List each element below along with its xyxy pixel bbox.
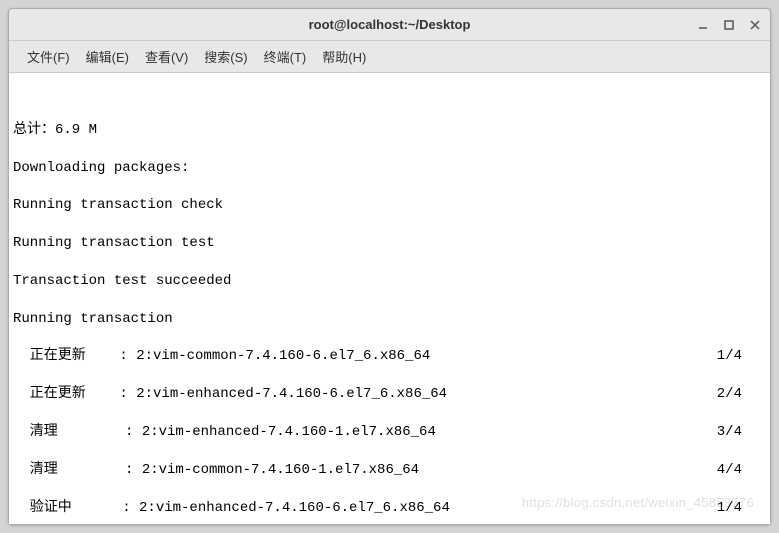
menubar: 文件(F) 编辑(E) 查看(V) 搜索(S) 终端(T) 帮助(H) (9, 41, 770, 73)
menu-edit[interactable]: 编辑(E) (80, 45, 135, 68)
menu-file[interactable]: 文件(F) (21, 45, 76, 68)
terminal-content[interactable]: 总计：6.9 M Downloading packages: Running t… (9, 73, 770, 524)
transaction-left: 正在更新 : 2:vim-enhanced-7.4.160-6.el7_6.x8… (13, 385, 447, 404)
transaction-right: 2/4 (717, 385, 742, 404)
titlebar[interactable]: root@localhost:~/Desktop (9, 9, 770, 41)
window-title: root@localhost:~/Desktop (309, 17, 471, 32)
transaction-row: 正在更新 : 2:vim-enhanced-7.4.160-6.el7_6.x8… (13, 385, 766, 404)
transaction-right: 3/4 (717, 423, 742, 442)
term-line: Running transaction check (13, 196, 766, 215)
menu-view[interactable]: 查看(V) (139, 45, 194, 68)
terminal-window: root@localhost:~/Desktop 文件(F) 编辑(E) 查看(… (8, 8, 771, 525)
transaction-left: 清理 : 2:vim-common-7.4.160-1.el7.x86_64 (13, 461, 419, 480)
menu-search[interactable]: 搜索(S) (198, 45, 253, 68)
maximize-icon[interactable] (722, 18, 736, 32)
transaction-row: 清理 : 2:vim-common-7.4.160-1.el7.x86_64 4/… (13, 461, 766, 480)
transaction-left: 正在更新 : 2:vim-common-7.4.160-6.el7_6.x86_… (13, 347, 430, 366)
transaction-left: 验证中 : 2:vim-enhanced-7.4.160-6.el7_6.x86… (13, 499, 450, 518)
transaction-left: 清理 : 2:vim-enhanced-7.4.160-1.el7.x86_64 (13, 423, 436, 442)
transaction-right: 4/4 (717, 461, 742, 480)
transaction-right: 1/4 (717, 347, 742, 366)
watermark: https://blog.csdn.net/weixin_45853776 (522, 494, 754, 512)
menu-terminal[interactable]: 终端(T) (258, 45, 313, 68)
transaction-row: 正在更新 : 2:vim-common-7.4.160-6.el7_6.x86_… (13, 347, 766, 366)
transaction-row: 清理 : 2:vim-enhanced-7.4.160-1.el7.x86_64… (13, 423, 766, 442)
close-icon[interactable] (748, 18, 762, 32)
term-line: Running transaction test (13, 234, 766, 253)
menu-help[interactable]: 帮助(H) (316, 45, 372, 68)
term-line: Downloading packages: (13, 159, 766, 178)
term-line: 总计：6.9 M (13, 121, 766, 140)
term-line: Transaction test succeeded (13, 272, 766, 291)
window-controls (696, 18, 762, 32)
minimize-icon[interactable] (696, 18, 710, 32)
term-line: Running transaction (13, 310, 766, 329)
